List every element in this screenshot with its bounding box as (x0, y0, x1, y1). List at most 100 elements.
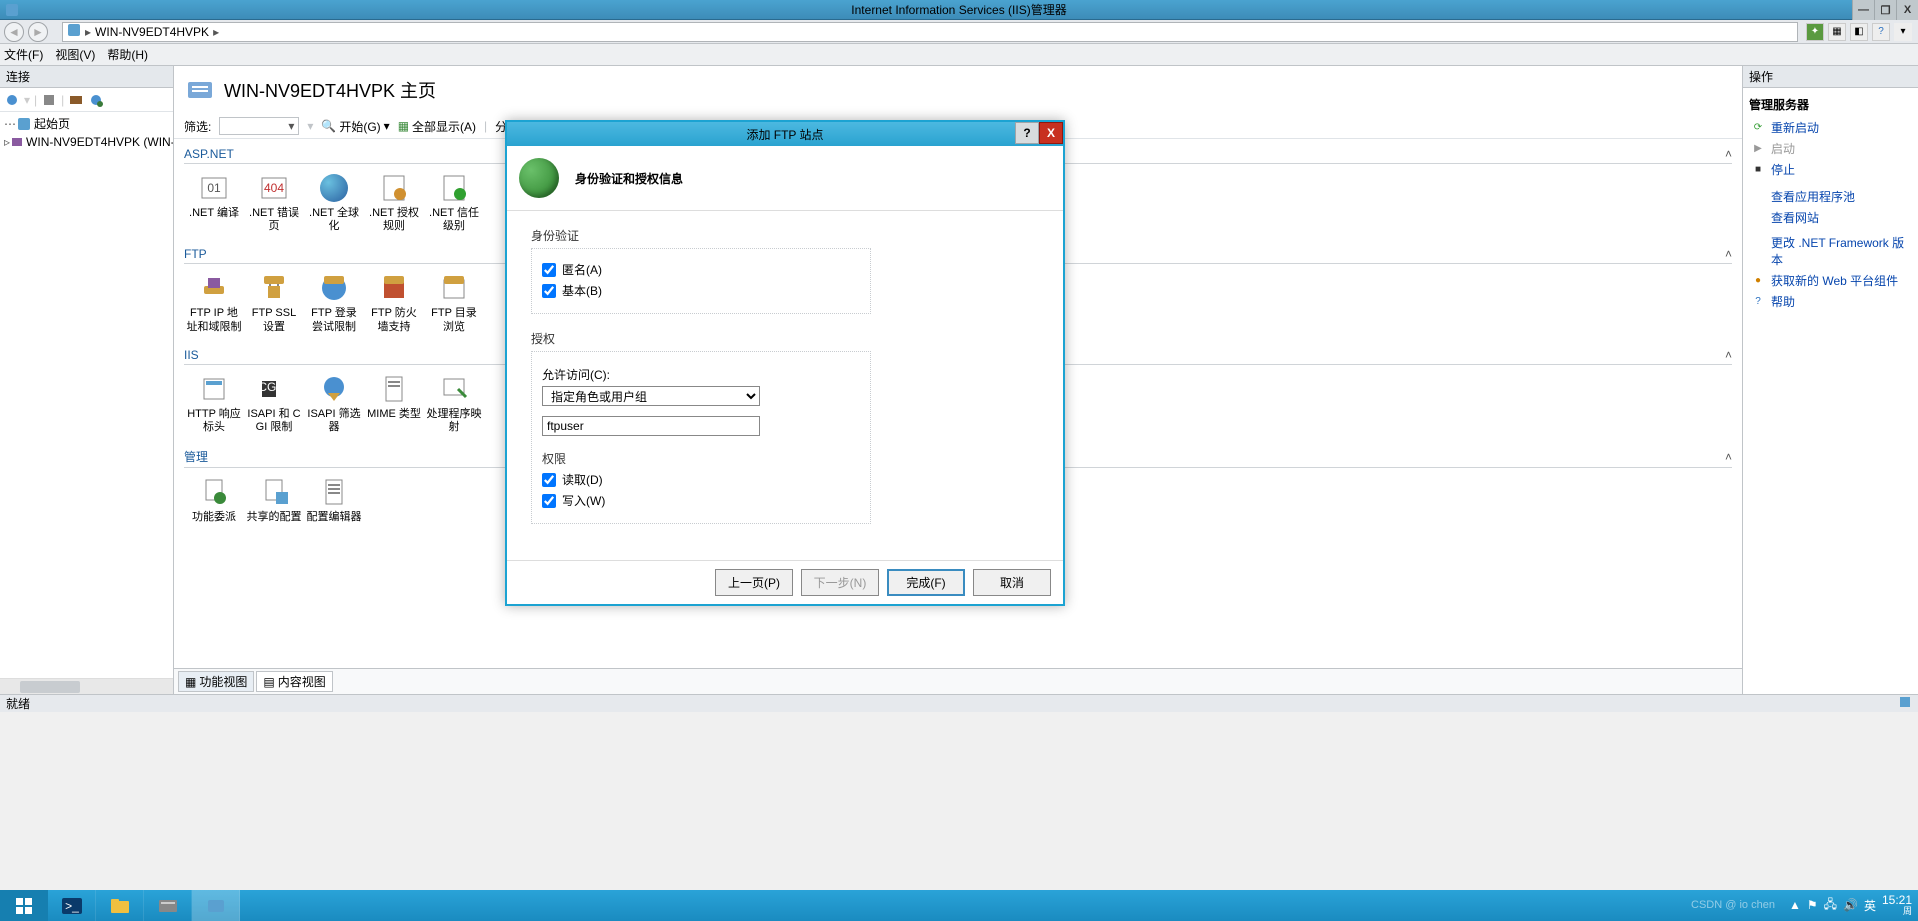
feature-isapi-filters[interactable]: ISAPI 筛选器 (304, 369, 364, 438)
feature-delegation[interactable]: 功能委派 (184, 472, 244, 528)
collapse-icon[interactable]: ˄ (1725, 147, 1732, 161)
taskbar-server-manager[interactable] (144, 890, 192, 921)
action-restart[interactable]: ⟳重新启动 (1747, 117, 1914, 138)
menu-view[interactable]: 视图(V) (55, 46, 95, 63)
nav-tool-icon-3[interactable]: ◧ (1850, 23, 1868, 41)
button-finish[interactable]: 完成(F) (887, 569, 965, 596)
feature-ftp-logon[interactable]: FTP 登录尝试限制 (304, 268, 364, 337)
nav-forward-button[interactable]: ► (28, 22, 48, 42)
window-maximize-button[interactable]: ❐ (1874, 0, 1896, 20)
button-cancel[interactable]: 取消 (973, 569, 1051, 596)
tray-notification-icon[interactable]: ▲ (1789, 898, 1801, 912)
allow-access-select[interactable]: 指定角色或用户组 (542, 386, 760, 406)
status-mode-icon (1898, 695, 1912, 712)
action-stop[interactable]: ■停止 (1747, 159, 1914, 180)
action-apppools[interactable]: 查看应用程序池 (1747, 186, 1914, 207)
feature-net-errorpages[interactable]: 404.NET 错误页 (244, 168, 304, 237)
feature-isapi-cgi[interactable]: CGIISAPI 和 CGI 限制 (244, 369, 304, 438)
show-all-button[interactable]: ▦全部显示(A) (398, 118, 476, 135)
breadcrumb[interactable]: ▸ WIN-NV9EDT4HVPK ▸ (62, 22, 1798, 42)
tree-start-page[interactable]: ⋯ 起始页 (2, 114, 171, 133)
left-scrollbar[interactable] (0, 678, 173, 694)
action-help[interactable]: ?帮助 (1747, 291, 1914, 312)
tab-content-view[interactable]: ▤内容视图 (256, 671, 332, 692)
feature-ftp-browse[interactable]: FTP 目录浏览 (424, 268, 484, 337)
checkbox-write[interactable]: 写入(W) (542, 492, 860, 509)
group-ftp-title: FTP (184, 247, 207, 261)
checkbox-basic[interactable]: 基本(B) (542, 282, 860, 299)
button-previous[interactable]: 上一页(P) (715, 569, 793, 596)
feature-net-compile[interactable]: 01.NET 编译 (184, 168, 244, 237)
menu-file[interactable]: 文件(F) (4, 46, 43, 63)
refresh-connect-icon[interactable] (68, 92, 84, 108)
feature-net-globalization[interactable]: .NET 全球化 (304, 168, 364, 237)
menu-bar: 文件(F) 视图(V) 帮助(H) (0, 44, 1918, 66)
authn-label: 身份验证 (531, 227, 1039, 244)
dialog-help-button[interactable]: ? (1015, 122, 1039, 144)
feature-net-trust[interactable]: .NET 信任级别 (424, 168, 484, 237)
filter-input[interactable] (219, 117, 299, 135)
nav-back-button[interactable]: ◄ (4, 22, 24, 42)
action-change-framework[interactable]: 更改 .NET Framework 版本 (1747, 232, 1914, 270)
nav-tool-icon-2[interactable]: ▦ (1828, 23, 1846, 41)
window-minimize-button[interactable]: — (1852, 0, 1874, 20)
breadcrumb-server[interactable]: WIN-NV9EDT4HVPK (95, 25, 209, 39)
feature-mime[interactable]: MIME 类型 (364, 369, 424, 438)
server-connect-icon[interactable] (88, 92, 104, 108)
page-title: WIN-NV9EDT4HVPK 主页 (224, 77, 436, 103)
role-input[interactable] (542, 416, 760, 436)
collapse-icon[interactable]: ˄ (1725, 247, 1732, 261)
taskbar-powershell[interactable]: >_ (48, 890, 96, 921)
feature-handlers[interactable]: 处理程序映射 (424, 369, 484, 438)
breadcrumb-app-icon (67, 23, 81, 40)
tree-server-node[interactable]: ▹ WIN-NV9EDT4HVPK (WIN- (2, 133, 171, 151)
taskbar-explorer[interactable] (96, 890, 144, 921)
actions-header: 操作 (1743, 66, 1918, 88)
feature-ftp-ip[interactable]: FTP IP 地址和域限制 (184, 268, 244, 337)
nav-dropdown-icon[interactable]: ▾ (1894, 23, 1912, 41)
action-get-webpi[interactable]: ●获取新的 Web 平台组件 (1747, 270, 1914, 291)
taskbar-iis-manager[interactable] (192, 890, 240, 921)
tray-sound-icon[interactable]: 🔊 (1843, 898, 1858, 912)
feature-ftp-firewall[interactable]: FTP 防火墙支持 (364, 268, 424, 337)
feature-net-authz[interactable]: .NET 授权规则 (364, 168, 424, 237)
menu-help[interactable]: 帮助(H) (107, 46, 148, 63)
checkbox-read-input[interactable] (542, 473, 556, 487)
start-button[interactable] (0, 890, 48, 921)
group-aspnet-title: ASP.NET (184, 147, 234, 161)
feature-ftp-ssl[interactable]: FTP SSL 设置 (244, 268, 304, 337)
feature-config-editor[interactable]: 配置编辑器 (304, 472, 364, 528)
tray-ime-icon[interactable]: 英 (1864, 897, 1876, 914)
collapse-icon[interactable]: ˄ (1725, 348, 1732, 362)
authz-label: 授权 (531, 330, 1039, 347)
collapse-icon[interactable]: ˄ (1725, 450, 1732, 464)
feature-shared-config[interactable]: 共享的配置 (244, 472, 304, 528)
globe-icon (519, 158, 559, 198)
nav-tool-icon-1[interactable]: ✦ (1806, 23, 1824, 41)
checkbox-anonymous[interactable]: 匿名(A) (542, 261, 860, 278)
checkbox-read[interactable]: 读取(D) (542, 471, 860, 488)
tab-features-view[interactable]: ▦功能视图 (178, 671, 254, 692)
tray-network-icon[interactable]: 🖧 (1824, 895, 1837, 916)
tray-flag-icon[interactable]: ⚑ (1807, 898, 1818, 912)
action-sites[interactable]: 查看网站 (1747, 207, 1914, 228)
breadcrumb-sep-icon: ▸ (85, 25, 91, 39)
go-button[interactable]: 🔍开始(G) ▾ (321, 118, 389, 135)
window-close-button[interactable]: X (1896, 0, 1918, 20)
nav-help-icon[interactable]: ? (1872, 23, 1890, 41)
stop-icon: ■ (1751, 163, 1765, 177)
save-icon[interactable] (41, 92, 57, 108)
button-next: 下一步(N) (801, 569, 879, 596)
taskbar-clock[interactable]: 15:21 周 (1882, 894, 1912, 917)
checkbox-write-input[interactable] (542, 494, 556, 508)
checkbox-anonymous-input[interactable] (542, 263, 556, 277)
dialog-close-button[interactable]: X (1039, 122, 1063, 144)
actions-section-title: 管理服务器 (1747, 92, 1914, 117)
actions-panel: 操作 管理服务器 ⟳重新启动 ▶启动 ■停止 查看应用程序池 查看网站 更改 .… (1743, 66, 1918, 694)
action-start[interactable]: ▶启动 (1747, 138, 1914, 159)
feature-http-headers[interactable]: HTTP 响应标头 (184, 369, 244, 438)
connect-icon[interactable] (4, 92, 20, 108)
checkbox-basic-input[interactable] (542, 284, 556, 298)
connections-toolbar: ▾ | | (0, 88, 173, 112)
group-iis-title: IIS (184, 348, 199, 362)
